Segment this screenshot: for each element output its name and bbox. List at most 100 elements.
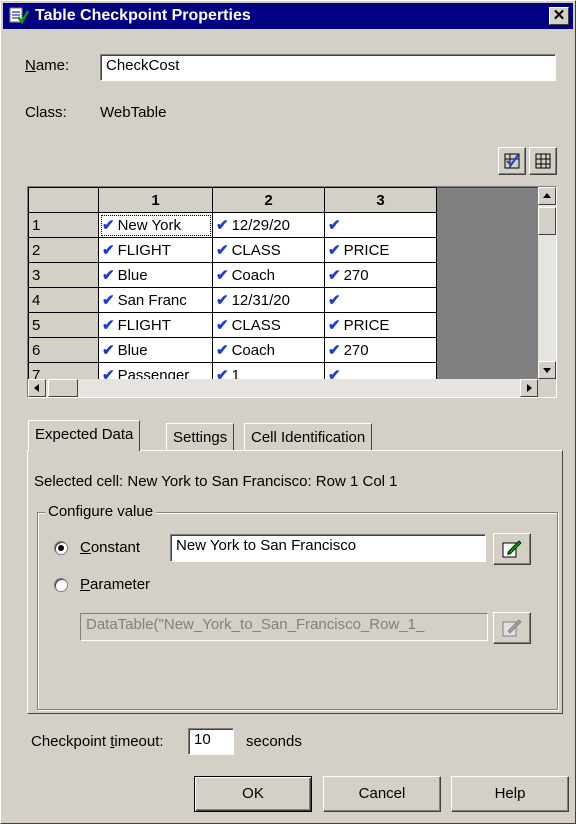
arrow-up-icon [543,193,551,198]
ok-button[interactable]: OK [194,776,312,812]
grid-cell[interactable]: ✔ 270 [324,337,437,363]
help-button[interactable]: Help [451,776,569,812]
title-bar[interactable]: Table Checkpoint Properties ✕ [3,3,573,29]
scroll-down-button[interactable] [538,361,556,379]
row-header[interactable]: 4 [28,287,99,313]
grid-cell[interactable]: ✔ 12/31/20 [212,287,325,313]
column-header[interactable]: 1 [98,187,213,213]
cell-value: FLIGHT [117,317,171,334]
checkpoint-icon [9,7,29,25]
cell-value: FLIGHT [117,242,171,259]
cell-value: Coach [231,267,275,284]
grid-cell[interactable]: ✔ San Franc [98,287,213,313]
close-button[interactable]: ✕ [549,7,569,25]
grid-cell[interactable]: ✔ PRICE [324,312,437,338]
column-header-label: 2 [264,191,273,209]
grid-cell[interactable]: ✔ Blue [98,337,213,363]
table-grid[interactable]: 1 2 3 1 ✔ New York ✔ 12/29/20 ✔ 2 ✔ FLIGHT ✔ CLASS… [27,186,557,398]
checkmark-icon: ✔ [328,242,341,259]
column-header[interactable]: 2 [212,187,325,213]
edit-parameter-button[interactable] [493,612,531,644]
cell-value: 270 [343,342,369,359]
checkmark-icon: ✔ [216,317,229,334]
grid-cell[interactable]: ✔ FLIGHT [98,237,213,263]
grid-cell[interactable]: ✔ Blue [98,262,213,288]
vertical-scrollbar[interactable] [538,187,556,379]
grid-table: 1 2 3 1 ✔ New York ✔ 12/29/20 ✔ 2 ✔ FLIGHT ✔ CLASS… [28,187,437,388]
grid-icon [535,153,551,169]
grid-cell[interactable]: ✔ [324,287,437,313]
tab-label: Expected Data [35,426,134,443]
cell-value: PRICE [343,317,390,334]
edit-constant-button[interactable] [493,533,531,565]
checkmark-icon: ✔ [328,292,341,309]
select-all-cells-button[interactable] [498,147,526,175]
checkmark-icon: ✔ [328,317,341,334]
tab-expected-data[interactable]: Expected Data [28,420,141,451]
table-row: 6 ✔ Blue ✔ Coach ✔ 270 [28,337,437,363]
cell-value: CLASS [231,317,281,334]
cell-value: San Franc [117,292,187,309]
tab-cell-identification[interactable]: Cell Identification [244,423,373,451]
horizontal-scroll-thumb[interactable] [48,379,78,397]
row-header[interactable]: 6 [28,337,99,363]
table-row: 5 ✔ FLIGHT ✔ CLASS ✔ PRICE [28,312,437,338]
tab-settings[interactable]: Settings [166,423,235,451]
column-header[interactable]: 3 [324,187,437,213]
cell-value: CLASS [231,242,281,259]
class-value: WebTable [100,104,167,121]
arrow-left-icon [34,384,39,392]
row-header[interactable]: 3 [28,262,99,288]
cancel-button[interactable]: Cancel [323,776,441,812]
checkmark-icon: ✔ [102,242,115,259]
cell-value: Coach [231,342,275,359]
constant-label[interactable]: Constant [80,539,140,556]
grid-cell[interactable]: ✔ 12/29/20 [212,212,325,238]
class-label: Class: [25,104,67,121]
timeout-field[interactable]: 10 [188,728,234,755]
table-row: 3 ✔ Blue ✔ Coach ✔ 270 [28,262,437,288]
cell-value: Blue [117,267,148,284]
grid-cell[interactable]: ✔ PRICE [324,237,437,263]
row-header[interactable]: 2 [28,237,99,263]
parameter-label[interactable]: Parameter [80,576,150,593]
grid-cell[interactable]: ✔ Coach [212,262,325,288]
cell-value: Blue [117,342,148,359]
radio-selected-dot [58,545,64,551]
timeout-unit: seconds [246,733,302,750]
scroll-right-button[interactable] [520,379,538,397]
checkmark-icon: ✔ [216,267,229,284]
checkmark-icon: ✔ [328,217,341,234]
timeout-label: Checkpoint timeout: [31,733,164,750]
grid-cell[interactable]: ✔ Coach [212,337,325,363]
select-all-icon [504,153,520,169]
scroll-corner [538,379,556,397]
grid-cell[interactable]: ✔ [324,212,437,238]
constant-value-field[interactable]: New York to San Francisco [170,534,486,562]
grid-cell[interactable]: ✔ CLASS [212,312,325,338]
constant-radio[interactable] [54,541,68,555]
window-title: Table Checkpoint Properties [35,7,251,24]
parameter-value-field[interactable]: DataTable("New_York_to_San_Francisco_Row… [80,613,488,641]
checkmark-icon: ✔ [216,242,229,259]
selected-cell-text: Selected cell: New York to San Francisco… [34,473,398,490]
parameter-radio[interactable] [54,578,68,592]
horizontal-scrollbar[interactable] [28,379,538,397]
scroll-left-button[interactable] [28,379,46,397]
checkmark-icon: ✔ [102,342,115,359]
grid-cell[interactable]: ✔ New York [98,212,213,238]
checkmark-icon: ✔ [102,217,115,234]
grid-corner [28,187,99,213]
grid-cell[interactable]: ✔ FLIGHT [98,312,213,338]
scroll-thumb[interactable] [538,207,556,235]
row-header[interactable]: 5 [28,312,99,338]
name-field[interactable]: CheckCost [100,54,556,81]
row-header[interactable]: 1 [28,212,99,238]
checkmark-icon: ✔ [328,267,341,284]
clear-all-cells-button[interactable] [529,147,557,175]
checkmark-icon: ✔ [216,292,229,309]
scroll-up-button[interactable] [538,187,556,205]
grid-cell[interactable]: ✔ CLASS [212,237,325,263]
table-row: 4 ✔ San Franc ✔ 12/31/20 ✔ [28,287,437,313]
grid-cell[interactable]: ✔ 270 [324,262,437,288]
